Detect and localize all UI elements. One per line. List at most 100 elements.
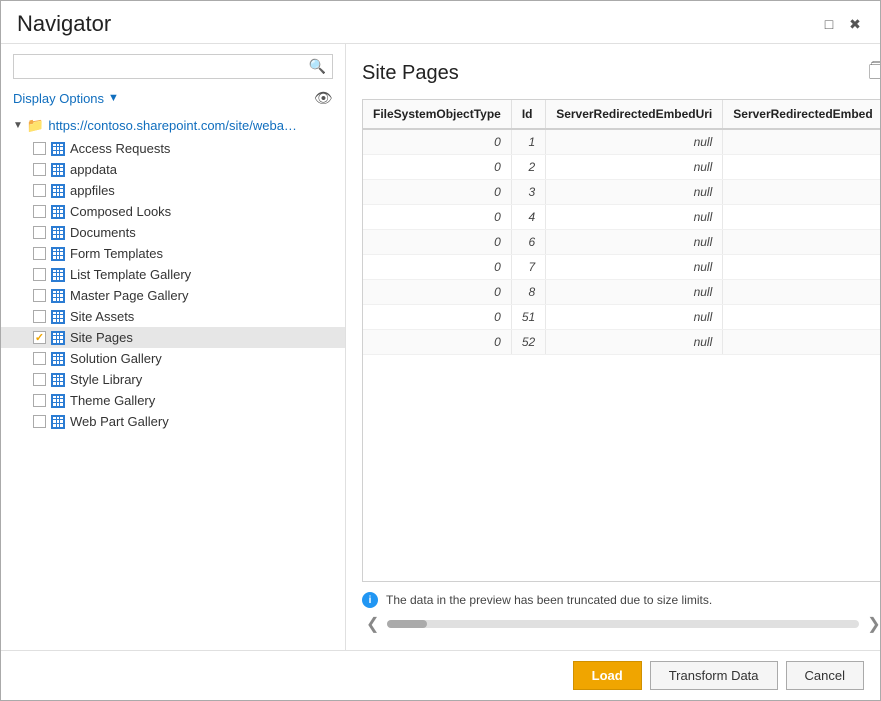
cell-fs-type: 0 (363, 305, 511, 330)
list-icon-appdata (51, 163, 65, 177)
display-options-button[interactable]: Display Options ▼ (13, 91, 119, 106)
cell-embed (723, 255, 880, 280)
tree-item-site-pages[interactable]: ✓ Site Pages (1, 327, 345, 348)
load-button[interactable]: Load (573, 661, 642, 690)
grid-icon (51, 268, 65, 282)
tree-item-composed-looks[interactable]: Composed Looks (1, 201, 345, 222)
grid-icon (51, 394, 65, 408)
item-label-style-library: Style Library (70, 372, 142, 387)
search-icon: 🔍 (309, 58, 326, 75)
tree-item-site-assets[interactable]: Site Assets (1, 306, 345, 327)
tree-item-solution-gallery[interactable]: Solution Gallery (1, 348, 345, 369)
tree-item-appfiles[interactable]: appfiles (1, 180, 345, 201)
cancel-button[interactable]: Cancel (786, 661, 864, 690)
transform-data-button[interactable]: Transform Data (650, 661, 778, 690)
col-server-redirected-embed-uri: ServerRedirectedEmbedUri (546, 100, 723, 129)
checkbox-site-assets[interactable] (33, 310, 46, 323)
scroll-left-button[interactable]: ❮ (362, 614, 383, 634)
checkbox-solution-gallery[interactable] (33, 352, 46, 365)
grid-icon (51, 205, 65, 219)
checkbox-style-library[interactable] (33, 373, 46, 386)
tree-root-node[interactable]: ▼ 📁 https://contoso.sharepoint.com/site/… (1, 113, 345, 138)
tree-item-master-page-gallery[interactable]: Master Page Gallery (1, 285, 345, 306)
tree-item-documents[interactable]: Documents (1, 222, 345, 243)
grid-icon (51, 247, 65, 261)
list-icon-documents (51, 226, 65, 240)
checkbox-web-part-gallery[interactable] (33, 415, 46, 428)
tree-item-appdata[interactable]: appdata (1, 159, 345, 180)
checkbox-appdata[interactable] (33, 163, 46, 176)
table-row: 0 1 null (363, 129, 880, 155)
tree-items-container: Access Requests appdata appfiles Compose… (1, 138, 345, 432)
nav-action-icon[interactable]: 👁 (314, 89, 333, 107)
cell-fs-type: 0 (363, 129, 511, 155)
checkbox-appfiles[interactable] (33, 184, 46, 197)
list-icon-form-templates (51, 247, 65, 261)
horizontal-scrollbar[interactable]: ❮ ❯ (362, 608, 880, 640)
list-icon-theme-gallery (51, 394, 65, 408)
panel-action-icon[interactable]: 🗍 (869, 60, 880, 87)
cell-embed (723, 180, 880, 205)
scroll-thumb[interactable] (387, 620, 427, 628)
navigator-panel: 🔍 Display Options ▼ 👁 ▼ 📁 https://contos… (1, 44, 346, 650)
display-options-label: Display Options (13, 91, 104, 106)
cell-fs-type: 0 (363, 205, 511, 230)
dialog-title: Navigator (17, 11, 111, 37)
title-bar: Navigator □ ✖ (1, 1, 880, 44)
scroll-right-button[interactable]: ❯ (863, 614, 880, 634)
tree-item-form-templates[interactable]: Form Templates (1, 243, 345, 264)
grid-icon (51, 289, 65, 303)
cell-id: 52 (511, 330, 545, 355)
data-table-wrapper[interactable]: FileSystemObjectType Id ServerRedirected… (362, 99, 880, 582)
grid-icon (51, 415, 65, 429)
checkbox-theme-gallery[interactable] (33, 394, 46, 407)
checkbox-documents[interactable] (33, 226, 46, 239)
checkbox-access-requests[interactable] (33, 142, 46, 155)
item-label-documents: Documents (70, 225, 136, 240)
table-row: 0 52 null (363, 330, 880, 355)
data-panel: Site Pages 🗍 FileSystemObjectType Id Ser… (346, 44, 880, 650)
search-bar[interactable]: 🔍 (13, 54, 333, 79)
table-body: 0 1 null 0 2 null 0 3 null 0 4 null 0 6 … (363, 129, 880, 355)
tree-item-theme-gallery[interactable]: Theme Gallery (1, 390, 345, 411)
tree-item-style-library[interactable]: Style Library (1, 369, 345, 390)
item-label-solution-gallery: Solution Gallery (70, 351, 162, 366)
list-icon-master-page-gallery (51, 289, 65, 303)
list-icon-access-requests (51, 142, 65, 156)
checkbox-form-templates[interactable] (33, 247, 46, 260)
item-label-appdata: appdata (70, 162, 117, 177)
truncate-notice-text: The data in the preview has been truncat… (386, 593, 712, 607)
list-icon-site-assets (51, 310, 65, 324)
cell-embed (723, 305, 880, 330)
cell-embed (723, 330, 880, 355)
table-row: 0 3 null (363, 180, 880, 205)
item-label-site-assets: Site Assets (70, 309, 134, 324)
col-server-redirected-embed: ServerRedirectedEmbed (723, 100, 880, 129)
item-label-form-templates: Form Templates (70, 246, 163, 261)
search-input[interactable] (20, 59, 309, 74)
panel-title: Site Pages (362, 62, 459, 85)
table-header-row: FileSystemObjectType Id ServerRedirected… (363, 100, 880, 129)
tree-item-list-template-gallery[interactable]: List Template Gallery (1, 264, 345, 285)
footer: Load Transform Data Cancel (1, 650, 880, 700)
checkbox-master-page-gallery[interactable] (33, 289, 46, 302)
cell-uri: null (546, 155, 723, 180)
checkbox-list-template-gallery[interactable] (33, 268, 46, 281)
checkbox-composed-looks[interactable] (33, 205, 46, 218)
item-label-theme-gallery: Theme Gallery (70, 393, 155, 408)
list-icon-style-library (51, 373, 65, 387)
table-row: 0 2 null (363, 155, 880, 180)
tree-item-access-requests[interactable]: Access Requests (1, 138, 345, 159)
data-table: FileSystemObjectType Id ServerRedirected… (363, 100, 880, 355)
cell-id: 2 (511, 155, 545, 180)
checkbox-site-pages[interactable]: ✓ (33, 331, 46, 344)
maximize-button[interactable]: ✖ (846, 15, 864, 33)
tree-item-web-part-gallery[interactable]: Web Part Gallery (1, 411, 345, 432)
table-row: 0 7 null (363, 255, 880, 280)
grid-icon (51, 142, 65, 156)
grid-icon (51, 226, 65, 240)
scroll-track[interactable] (387, 620, 859, 628)
item-label-appfiles: appfiles (70, 183, 115, 198)
grid-icon (51, 352, 65, 366)
minimize-button[interactable]: □ (820, 15, 838, 33)
